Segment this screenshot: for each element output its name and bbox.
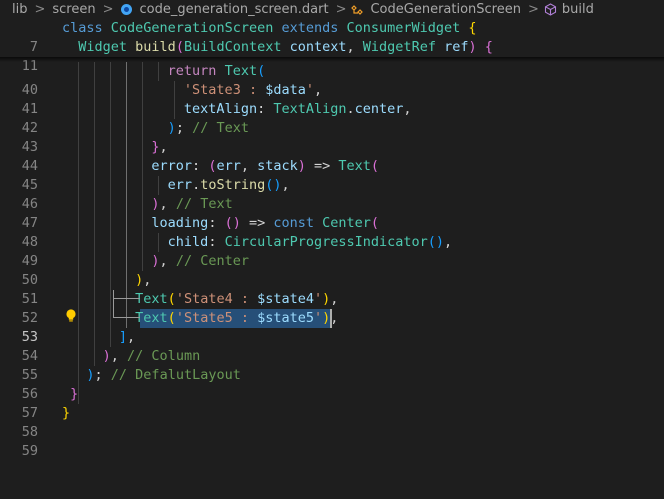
code-line[interactable]: 56 ); // DefalutLayout (0, 366, 664, 402)
chevron-right-icon: > (335, 2, 347, 17)
code-text: err.toString(), (167, 177, 290, 193)
class-symbol-icon (351, 4, 364, 15)
code-text: ); // DefalutLayout (86, 367, 241, 383)
sticky-scroll-header[interactable]: 7 class CodeGenerationScreen extends Con… (0, 19, 664, 74)
code-text: } (62, 405, 71, 421)
code-line[interactable]: 46 err.toString(), (0, 176, 664, 212)
code-line[interactable]: 43 ); // Text (0, 119, 664, 155)
breadcrumb-item-lib[interactable]: lib (10, 2, 29, 17)
method-symbol-icon (544, 3, 556, 16)
code-text: Text('State4 : $state4'), (135, 291, 339, 307)
code-text: return Text( (167, 63, 266, 79)
code-line[interactable]: 42 textAlign: TextAlign.center, (0, 100, 664, 136)
code-line[interactable]: 58 } (0, 404, 664, 440)
code-text: ), (135, 272, 152, 288)
breadcrumb-item-class[interactable]: CodeGenerationScreen (368, 2, 523, 17)
code-text: Text('State5 : $state5'), (135, 310, 339, 326)
code-line[interactable]: 52 Text('State4 : $state4'), (0, 290, 664, 326)
code-line-active[interactable]: 53 Text('State5 : $state5'), (0, 309, 664, 345)
chevron-right-icon: > (34, 2, 46, 17)
sticky-line[interactable]: 7 class CodeGenerationScreen extends Con… (0, 19, 664, 55)
code-text: ); // Text (167, 120, 249, 136)
code-text: ), // Column (102, 348, 201, 364)
code-text: Widget build(BuildContext context, Widge… (78, 39, 493, 55)
breadcrumb: lib > screen > code_generation_screen.da… (0, 0, 664, 19)
breadcrumb-item-file[interactable]: code_generation_screen.dart (138, 2, 331, 17)
code-line[interactable]: 48 loading: () => const Center( (0, 214, 664, 250)
breadcrumb-item-screen[interactable]: screen (50, 2, 97, 17)
code-line[interactable]: 51 ), (0, 271, 664, 307)
code-text: ], (118, 329, 136, 345)
code-text: loading: () => const Center( (151, 215, 380, 231)
code-text: ), // Center (151, 253, 249, 269)
code-line[interactable]: 47 ), // Text (0, 195, 664, 231)
code-text: ), // Text (151, 196, 233, 212)
code-line[interactable]: 50 ), // Center (0, 252, 664, 288)
code-line[interactable]: 59 (0, 423, 664, 459)
sticky-line[interactable]: 11 Widget build(BuildContext context, Wi… (0, 38, 664, 74)
code-line[interactable]: 57 } (0, 385, 664, 421)
code-text: error: (err, stack) => Text( (151, 158, 380, 174)
code-text: class CodeGenerationScreen extends Consu… (62, 20, 477, 36)
code-line[interactable]: 55 ), // Column (0, 347, 664, 383)
code-text: 'State3 : $data', (183, 82, 323, 98)
code-line[interactable]: 44 }, (0, 138, 664, 174)
chevron-right-icon: > (527, 2, 539, 17)
code-text: child: CircularProgressIndicator(), (167, 234, 453, 250)
code-text: }, (151, 139, 168, 155)
code-line[interactable]: 54 ], (0, 328, 664, 364)
code-text: textAlign: TextAlign.center, (183, 101, 412, 117)
text-cursor (330, 309, 332, 328)
code-line[interactable]: 49 child: CircularProgressIndicator(), (0, 233, 664, 269)
line-number: 59 (21, 443, 38, 459)
chevron-right-icon: > (102, 2, 114, 17)
lightbulb-icon[interactable] (65, 309, 77, 323)
code-line[interactable]: 40 return Text( (0, 62, 664, 98)
code-text: } (70, 386, 79, 402)
code-line[interactable]: 41 'State3 : $data', (0, 81, 664, 117)
code-line[interactable]: 45 error: (err, stack) => Text( (0, 157, 664, 193)
breadcrumb-item-method[interactable]: build (560, 2, 596, 17)
dart-file-icon (120, 4, 132, 15)
